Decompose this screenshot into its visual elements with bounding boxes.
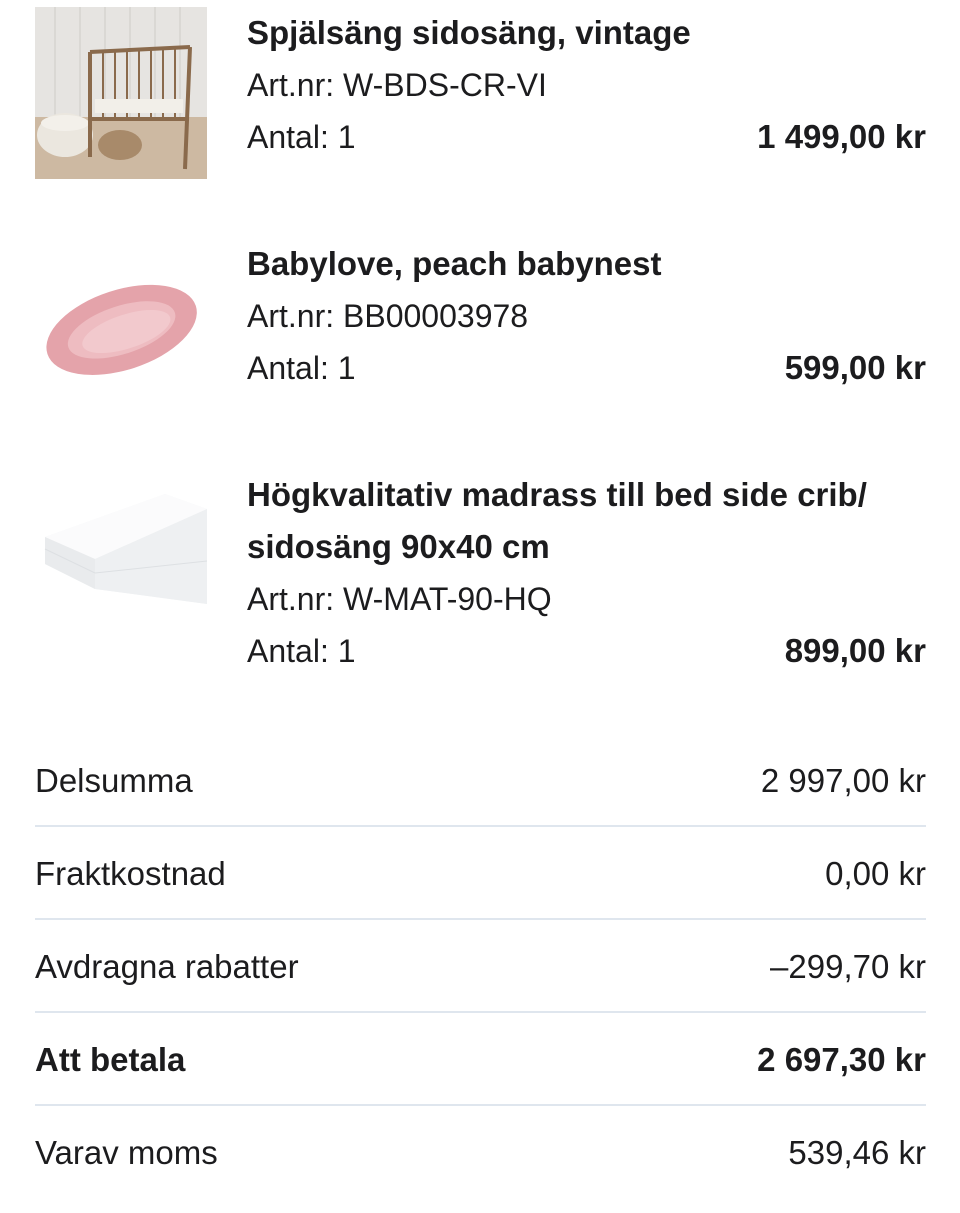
total-label: Att betala bbox=[35, 1041, 186, 1078]
vat-label: Varav moms bbox=[35, 1134, 218, 1171]
discount-label: Avdragna rabatter bbox=[35, 948, 299, 985]
item-name-line-2: sidosäng 90x40 cm bbox=[247, 528, 550, 565]
item-price: 599,00 kr bbox=[784, 349, 926, 386]
shipping-value: 0,00 kr bbox=[825, 855, 926, 892]
vat-value: 539,46 kr bbox=[788, 1134, 926, 1171]
babynest-image bbox=[35, 238, 207, 410]
subtotal-row: Delsumma 2 997,00 kr bbox=[35, 734, 926, 827]
vat-row: Varav moms 539,46 kr bbox=[35, 1106, 926, 1199]
mattress-image bbox=[35, 469, 207, 641]
item-price: 1 499,00 kr bbox=[757, 118, 926, 155]
subtotal-label: Delsumma bbox=[35, 762, 193, 799]
item-article-number: Art.nr: W-MAT-90-HQ bbox=[247, 581, 552, 617]
item-article-number: Art.nr: W-BDS-CR-VI bbox=[247, 67, 547, 103]
subtotal-value: 2 997,00 kr bbox=[760, 762, 926, 799]
item-name: Babylove, peach babynest bbox=[247, 245, 662, 282]
total-row: Att betala 2 697,30 kr bbox=[35, 1013, 926, 1106]
item-price: 899,00 kr bbox=[784, 632, 926, 669]
total-value: 2 697,30 kr bbox=[757, 1041, 926, 1078]
item-name: Spjälsäng sidosäng, vintage bbox=[247, 14, 691, 51]
item-info: Spjälsäng sidosäng, vintage Art.nr: W-BD… bbox=[247, 7, 926, 163]
shipping-label: Fraktkostnad bbox=[35, 855, 226, 892]
item-article-number: Art.nr: BB00003978 bbox=[247, 298, 529, 334]
crib-image bbox=[35, 7, 207, 179]
item-info: Babylove, peach babynest Art.nr: BB00003… bbox=[247, 238, 926, 394]
item-info: Högkvalitativ madrass till bed side crib… bbox=[247, 469, 926, 677]
discount-value: –299,70 kr bbox=[770, 948, 926, 985]
discount-row: Avdragna rabatter –299,70 kr bbox=[35, 920, 926, 1013]
shipping-row: Fraktkostnad 0,00 kr bbox=[35, 827, 926, 920]
order-summary: Delsumma 2 997,00 kr Fraktkostnad 0,00 k… bbox=[35, 734, 926, 1199]
item-name-line-1: Högkvalitativ madrass till bed side crib… bbox=[247, 476, 867, 513]
